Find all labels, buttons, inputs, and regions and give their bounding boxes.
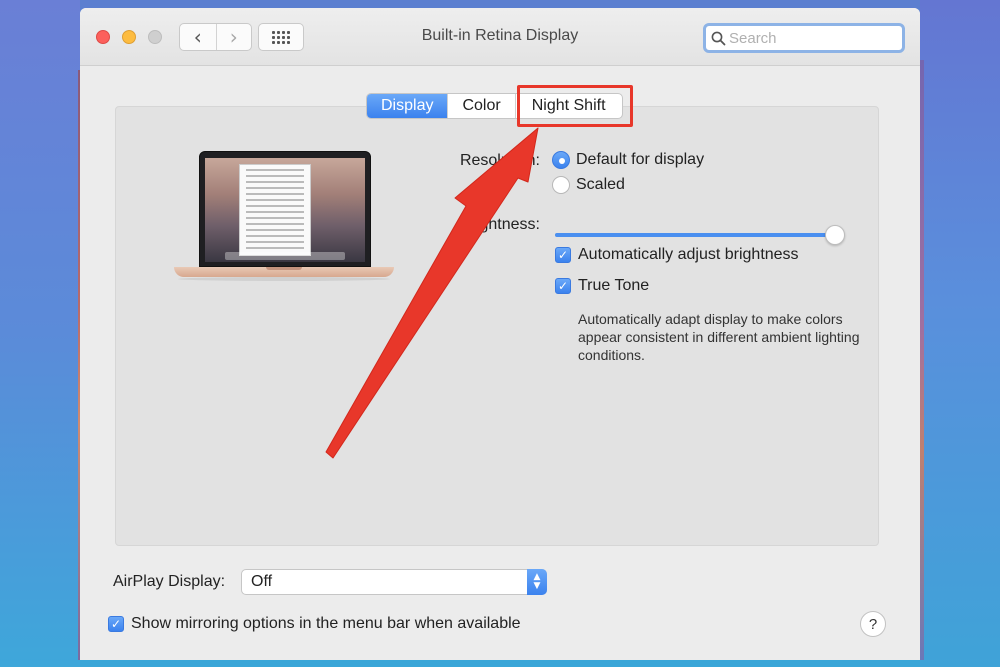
checkmark-icon: ✓ [555,278,571,294]
true-tone-label: True Tone [578,277,650,294]
zoom-window-button[interactable] [148,30,162,44]
resolution-scaled-option[interactable]: Scaled [552,176,625,194]
radio-selected-icon [552,151,570,169]
airplay-display-label: AirPlay Display: [113,573,226,590]
resolution-default-label: Default for display [576,151,705,168]
show-all-grid-icon [272,30,290,44]
resolution-default-option[interactable]: Default for display [552,151,704,169]
tab-bar: Display Color Night Shift [366,93,623,119]
preferences-window: ‹ › Built-in Retina Display Display Colo… [80,8,920,660]
chevron-left-icon[interactable]: ‹ [180,24,216,50]
macbook-display-image [174,151,394,291]
checkmark-icon: ✓ [108,616,124,632]
chevron-right-icon[interactable]: › [215,24,252,50]
airplay-display-popup[interactable]: Off ▲ ▼ [241,569,547,595]
tab-color[interactable]: Color [447,94,514,118]
navigation-buttons: ‹ › [179,23,252,51]
brightness-slider[interactable] [555,225,845,245]
true-tone-checkbox[interactable]: ✓ True Tone [555,277,649,295]
search-icon [711,31,726,45]
auto-brightness-label: Automatically adjust brightness [578,246,799,263]
brightness-slider-knob[interactable] [825,225,845,245]
checkmark-icon: ✓ [555,247,571,263]
resolution-scaled-label: Scaled [576,176,625,193]
auto-brightness-checkbox[interactable]: ✓ Automatically adjust brightness [555,246,799,264]
show-all-button[interactable] [258,23,304,51]
desktop-wallpaper-right [920,0,1000,667]
airplay-display-value: Off [251,573,273,590]
desktop-wallpaper-left [0,0,80,667]
title-bar: ‹ › Built-in Retina Display [80,8,920,66]
mirroring-options-label: Show mirroring options in the menu bar w… [131,615,521,632]
radio-unselected-icon [552,176,570,194]
window-title: Built-in Retina Display [421,27,579,44]
true-tone-description: Automatically adapt display to make colo… [578,311,860,363]
brightness-slider-fill [555,233,835,237]
search-field[interactable] [703,23,905,53]
resolution-label: Resolution: [459,152,540,169]
brightness-label: Brightness: [459,216,540,233]
close-window-button[interactable] [96,30,110,44]
tab-night-shift[interactable]: Night Shift [514,94,622,118]
popup-arrows-icon: ▲ ▼ [527,569,547,595]
help-button[interactable]: ? [860,611,886,637]
tab-display[interactable]: Display [367,94,448,118]
search-input[interactable] [729,29,899,47]
mirroring-options-checkbox[interactable]: ✓ Show mirroring options in the menu bar… [108,615,521,633]
minimize-window-button[interactable] [122,30,136,44]
